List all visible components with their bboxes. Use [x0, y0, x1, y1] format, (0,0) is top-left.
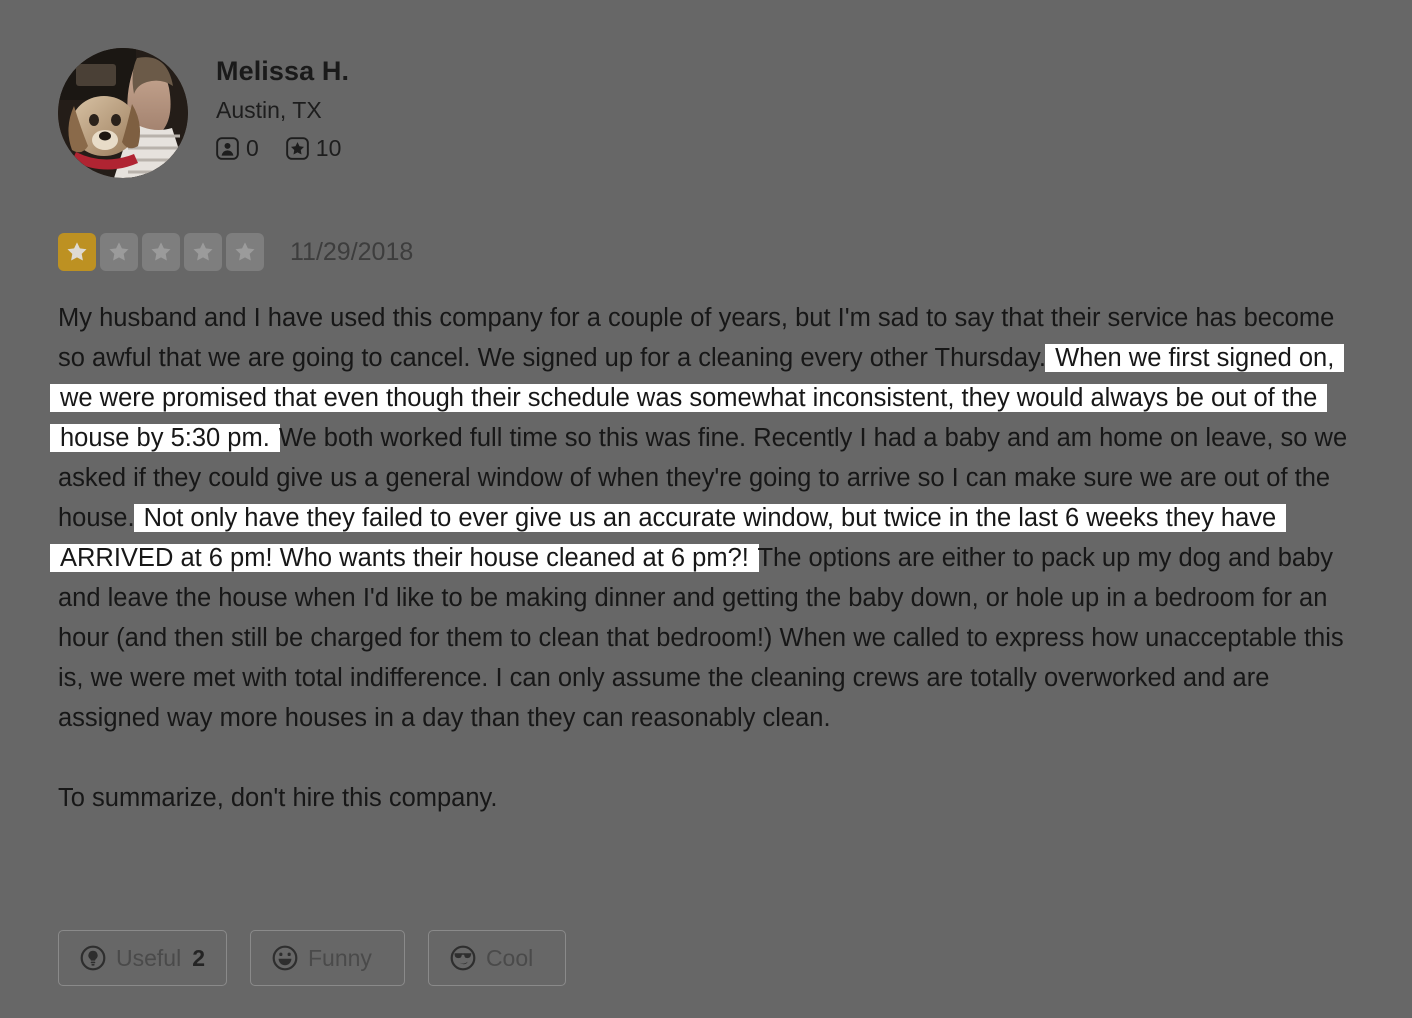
useful-count: 2	[192, 944, 205, 971]
funny-button[interactable]: Funny	[250, 930, 405, 986]
reviewer-location: Austin, TX	[216, 97, 322, 124]
stat-friends-value: 0	[246, 134, 259, 161]
useful-lightbulb-icon	[80, 945, 106, 971]
avatar-photo-icon	[58, 48, 188, 178]
reviewer-meta: Melissa H. Austin, TX 0 10	[216, 48, 349, 160]
friends-icon	[216, 136, 239, 160]
review-paragraph-2: To summarize, don't hire this company.	[58, 784, 498, 812]
star-5	[226, 233, 264, 271]
cool-label: Cool	[485, 944, 534, 971]
stat-friends: 0	[216, 134, 259, 161]
reviewer-header: Melissa H. Austin, TX 0 10	[58, 48, 349, 178]
funny-label: Funny	[308, 944, 372, 971]
stat-reviews-value: 10	[315, 134, 342, 161]
avatar[interactable]	[58, 48, 188, 178]
review-actions: Useful 2 Funny Cool	[58, 930, 567, 986]
review-text: My husband and I have used this company …	[58, 298, 1360, 818]
reviews-star-icon	[285, 136, 309, 160]
review-card: Melissa H. Austin, TX 0 10 11/29/2018 My…	[0, 0, 1412, 1018]
star-4	[184, 233, 222, 271]
review-paragraph-1: My husband and I have used this company …	[58, 298, 1360, 738]
useful-label: Useful	[116, 944, 182, 971]
cool-button[interactable]: Cool	[427, 930, 567, 986]
paragraph-spacer	[58, 738, 1360, 778]
funny-laugh-icon	[272, 945, 298, 971]
star-1	[58, 233, 96, 271]
reviewer-stats: 0 10	[216, 134, 349, 161]
reviewer-name[interactable]: Melissa H.	[216, 56, 349, 87]
rating-row: 11/29/2018	[58, 233, 413, 271]
star-3	[142, 233, 180, 271]
star-rating	[58, 233, 264, 271]
stat-reviews: 10	[285, 134, 342, 161]
review-segment-3: The options are either to pack up my dog…	[58, 544, 1344, 732]
cool-sunglasses-icon	[450, 945, 476, 971]
useful-button[interactable]: Useful 2	[58, 930, 227, 986]
star-2	[100, 233, 138, 271]
review-date: 11/29/2018	[290, 237, 414, 266]
